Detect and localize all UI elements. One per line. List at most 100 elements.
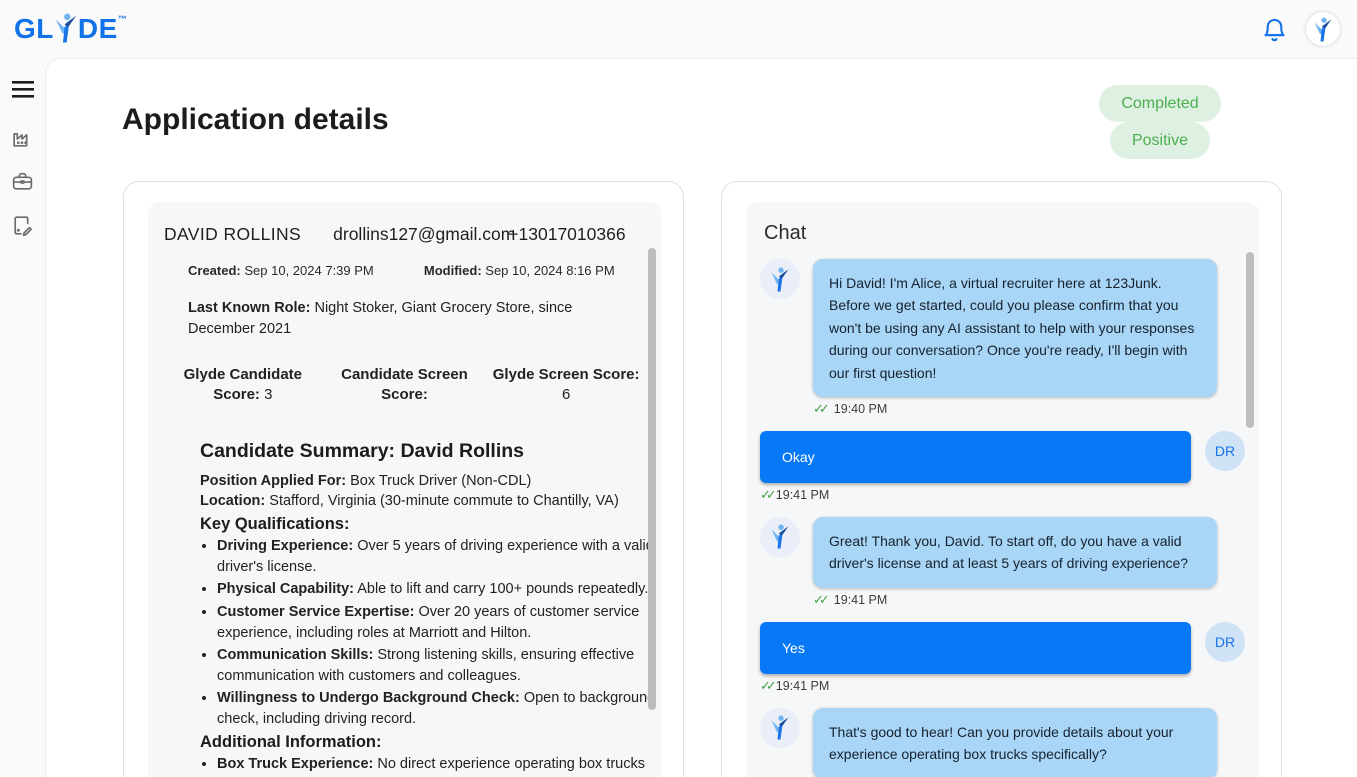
double-check-icon: ✓✓ bbox=[760, 678, 772, 694]
list-item: Willingness to Undergo Background Check:… bbox=[217, 688, 658, 729]
top-bar-actions bbox=[1259, 11, 1341, 47]
candidate-meta: Created: Sep 10, 2024 7:39 PM Modified: … bbox=[162, 263, 647, 278]
status-badge-positive: Positive bbox=[1110, 122, 1210, 159]
bot-avatar bbox=[760, 517, 800, 557]
logo-text-post: DE bbox=[78, 12, 118, 46]
chat-scroll-area[interactable]: Chat Hi David! I'm Alice, a virtual recr… bbox=[746, 202, 1259, 777]
message-bubble: Okay bbox=[760, 431, 1191, 483]
message-meta: ✓✓ 19:41 PM bbox=[760, 678, 1245, 694]
message-bubble: Great! Thank you, David. To start off, d… bbox=[813, 517, 1217, 588]
summary-title: Candidate Summary: David Rollins bbox=[200, 440, 658, 463]
sidebar-item-applications[interactable] bbox=[10, 212, 36, 238]
bot-avatar bbox=[760, 259, 800, 299]
list-item: Box Truck Experience: No direct experien… bbox=[217, 754, 658, 775]
score-label: Candidate Screen Score: bbox=[341, 366, 468, 403]
modified-field: Modified: Sep 10, 2024 8:16 PM bbox=[424, 263, 615, 278]
double-check-icon: ✓✓ bbox=[760, 487, 772, 503]
created-label: Created: bbox=[188, 263, 241, 278]
chat-title: Chat bbox=[760, 216, 1245, 259]
briefcase-icon bbox=[10, 169, 35, 194]
glyde-logo[interactable]: GL DE ™ bbox=[14, 12, 127, 46]
list-item: Communication Skills: Strong listening s… bbox=[217, 645, 658, 686]
list-item: Driving Experience: Over 5 years of driv… bbox=[217, 536, 658, 577]
candidate-header: DAVID ROLLINS drollins127@gmail.com +130… bbox=[162, 216, 647, 245]
candidate-summary: Candidate Summary: David Rollins Positio… bbox=[200, 440, 658, 775]
logo-trademark: ™ bbox=[118, 14, 127, 24]
candidate-card: DAVID ROLLINS drollins127@gmail.com +130… bbox=[123, 181, 684, 777]
sidebar bbox=[0, 58, 45, 777]
status-badges: Completed Positive bbox=[1085, 85, 1235, 159]
position-label: Position Applied For: bbox=[200, 473, 346, 489]
last-known-role-label: Last Known Role: bbox=[188, 300, 310, 316]
chat-message-user: Okay DR bbox=[760, 431, 1245, 483]
candidate-screen-score: Candidate Screen Score: bbox=[329, 365, 479, 406]
menu-icon bbox=[12, 80, 34, 98]
candidate-phone: +13017010366 bbox=[508, 224, 625, 245]
message-meta: ✓✓ 19:41 PM bbox=[760, 487, 1245, 503]
message-timestamp: 19:41 PM bbox=[776, 488, 830, 502]
notifications-button[interactable] bbox=[1259, 14, 1289, 44]
sidebar-item-companies[interactable] bbox=[10, 124, 36, 150]
position-applied: Position Applied For: Box Truck Driver (… bbox=[200, 471, 658, 491]
page-title: Application details bbox=[122, 103, 389, 137]
double-check-icon: ✓✓ bbox=[813, 592, 825, 608]
last-known-role: Last Known Role: Night Stoker, Giant Gro… bbox=[188, 298, 613, 339]
score-value: 6 bbox=[562, 386, 570, 403]
bell-icon bbox=[1261, 16, 1288, 43]
bot-avatar bbox=[760, 708, 800, 748]
created-field: Created: Sep 10, 2024 7:39 PM bbox=[162, 263, 424, 278]
user-avatar[interactable] bbox=[1305, 11, 1341, 47]
modified-label: Modified: bbox=[424, 263, 482, 278]
chat-message-bot: Hi David! I'm Alice, a virtual recruiter… bbox=[760, 259, 1245, 397]
additional-information-heading: Additional Information: bbox=[200, 733, 658, 752]
message-timestamp: 19:41 PM bbox=[776, 679, 830, 693]
message-meta: ✓✓ 19:40 PM bbox=[813, 401, 1245, 417]
user-initials-avatar: DR bbox=[1205, 622, 1245, 662]
message-meta: ✓✓ 19:41 PM bbox=[813, 592, 1245, 608]
location-value: Stafford, Virginia (30-minute commute to… bbox=[269, 493, 619, 509]
glyde-screen-score: Glyde Screen Score: 6 bbox=[491, 365, 641, 406]
message-timestamp: 19:41 PM bbox=[834, 593, 888, 607]
chat-scrollbar[interactable] bbox=[1246, 252, 1254, 428]
candidate-scroll-area[interactable]: DAVID ROLLINS drollins127@gmail.com +130… bbox=[148, 202, 661, 777]
candidate-name: DAVID ROLLINS bbox=[164, 224, 301, 245]
top-bar: GL DE ™ bbox=[0, 0, 1357, 58]
glyde-candidate-score: Glyde Candidate Score: 3 bbox=[168, 365, 318, 406]
status-badge-completed: Completed bbox=[1099, 85, 1220, 122]
location: Location: Stafford, Virginia (30-minute … bbox=[200, 491, 658, 511]
additional-list: Box Truck Experience: No direct experien… bbox=[217, 754, 658, 775]
message-bubble: Hi David! I'm Alice, a virtual recruiter… bbox=[813, 259, 1217, 397]
candidate-scrollbar[interactable] bbox=[648, 248, 656, 710]
clipboard-edit-icon bbox=[10, 213, 35, 238]
glyde-person-icon bbox=[769, 267, 791, 292]
message-bubble: Yes bbox=[760, 622, 1191, 674]
list-item: Physical Capability: Able to lift and ca… bbox=[217, 579, 658, 600]
glyde-person-icon bbox=[769, 715, 791, 740]
key-qualifications-heading: Key Qualifications: bbox=[200, 515, 658, 534]
list-item: Customer Service Expertise: Over 20 year… bbox=[217, 602, 658, 643]
chat-message-bot: That's good to hear! Can you provide det… bbox=[760, 708, 1245, 777]
score-value: 3 bbox=[264, 386, 272, 403]
industry-chart-icon bbox=[10, 125, 35, 150]
glyde-person-icon bbox=[1312, 17, 1334, 42]
created-value: Sep 10, 2024 7:39 PM bbox=[244, 263, 373, 278]
sidebar-item-jobs[interactable] bbox=[10, 168, 36, 194]
glyde-person-icon bbox=[53, 13, 79, 43]
score-row: Glyde Candidate Score: 3 Candidate Scree… bbox=[162, 365, 647, 406]
modified-value: Sep 10, 2024 8:16 PM bbox=[485, 263, 614, 278]
user-initials-avatar: DR bbox=[1205, 431, 1245, 471]
score-label: Glyde Screen Score: bbox=[493, 366, 640, 383]
main-panel: Application details Completed Positive D… bbox=[45, 58, 1357, 777]
double-check-icon: ✓✓ bbox=[813, 401, 825, 417]
logo-text-pre: GL bbox=[14, 12, 54, 46]
location-label: Location: bbox=[200, 493, 265, 509]
score-label: Glyde Candidate Score: bbox=[184, 366, 302, 403]
chat-message-bot: Great! Thank you, David. To start off, d… bbox=[760, 517, 1245, 588]
position-value: Box Truck Driver (Non-CDL) bbox=[350, 473, 531, 489]
qualifications-list: Driving Experience: Over 5 years of driv… bbox=[217, 536, 658, 729]
chat-message-user: Yes DR bbox=[760, 622, 1245, 674]
menu-toggle-button[interactable] bbox=[10, 76, 36, 102]
chat-card: Chat Hi David! I'm Alice, a virtual recr… bbox=[721, 181, 1282, 777]
message-timestamp: 19:40 PM bbox=[834, 402, 888, 416]
glyde-person-icon bbox=[769, 524, 791, 549]
